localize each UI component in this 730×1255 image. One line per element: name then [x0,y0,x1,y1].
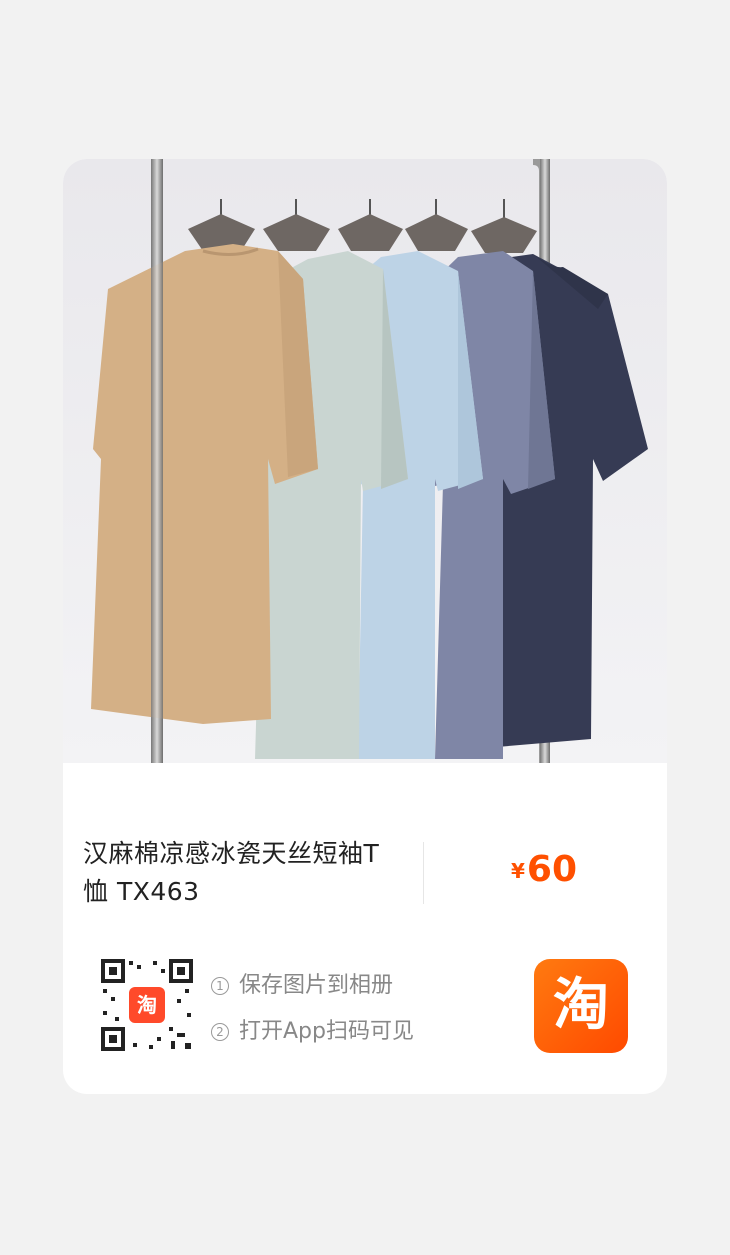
price-value: 60 [526,849,578,890]
product-title[interactable]: 汉麻棉凉感冰瓷天丝短袖T恤 TX463 [83,835,403,911]
step-text-2: 打开App扫码可见 [239,1019,414,1044]
product-photo [63,159,667,763]
share-card: 汉麻棉凉感冰瓷天丝短袖T恤 TX463 ¥60 淘 1 保存图片到相册 2 打开… [63,159,667,1094]
qr-code[interactable]: 淘 [97,955,197,1055]
step-scan: 2 打开App扫码可见 [211,1009,414,1055]
step-number-2: 2 [211,1023,229,1041]
step-save: 1 保存图片到相册 [211,963,414,1009]
taobao-logo-icon[interactable]: 淘 [534,959,628,1053]
step-text-1: 保存图片到相册 [239,973,394,998]
step-number-1: 1 [211,977,229,995]
scan-instructions: 1 保存图片到相册 2 打开App扫码可见 [211,963,414,1055]
divider [423,842,424,904]
product-price: ¥60 [511,849,577,890]
currency-symbol: ¥ [511,859,525,883]
qr-badge: 淘 [137,993,157,1017]
